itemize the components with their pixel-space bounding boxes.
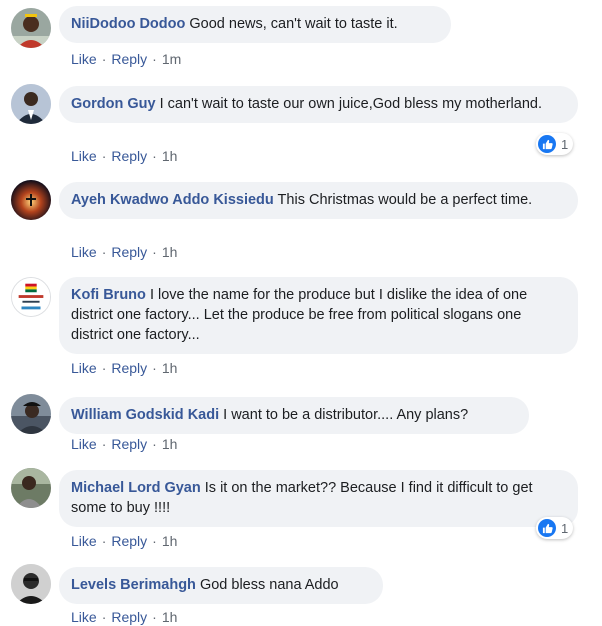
separator: · (101, 148, 107, 164)
like-link[interactable]: Like (71, 148, 97, 164)
comment-time[interactable]: 1m (162, 51, 181, 67)
reply-link[interactable]: Reply (111, 436, 147, 452)
reply-link[interactable]: Reply (111, 533, 147, 549)
comment-text: I want to be a distributor.... Any plans… (223, 407, 469, 423)
comment-bubble: Michael Lord Gyan Is it on the market?? … (59, 470, 578, 527)
comment-actions: Like · Reply · 1h (71, 243, 177, 261)
avatar[interactable] (11, 564, 51, 604)
reply-link[interactable]: Reply (111, 148, 147, 164)
comment-author[interactable]: Ayeh Kwadwo Addo Kissiedu (71, 192, 274, 208)
reaction-count[interactable]: 1 (536, 133, 574, 155)
separator: · (152, 609, 157, 625)
comment-time[interactable]: 1h (162, 436, 178, 452)
separator: · (101, 244, 107, 260)
separator: · (101, 51, 107, 67)
separator: · (152, 360, 157, 376)
comment-author[interactable]: Kofi Bruno (71, 287, 146, 303)
separator: · (152, 148, 157, 164)
comment-time[interactable]: 1h (162, 533, 178, 549)
separator: · (101, 436, 107, 452)
avatar[interactable] (11, 84, 51, 124)
avatar[interactable] (11, 8, 51, 48)
avatar[interactable] (11, 180, 51, 220)
comment-actions: Like · Reply · 1h (71, 532, 177, 550)
comment-time[interactable]: 1h (162, 360, 178, 376)
separator: · (101, 609, 107, 625)
comment-author[interactable]: Michael Lord Gyan (71, 480, 201, 496)
avatar[interactable] (11, 468, 51, 508)
like-link[interactable]: Like (71, 436, 97, 452)
comment-time[interactable]: 1h (162, 148, 178, 164)
comment-bubble: Kofi Bruno I love the name for the produ… (59, 277, 578, 354)
comment-author[interactable]: Gordon Guy (71, 96, 156, 112)
separator: · (101, 533, 107, 549)
reply-link[interactable]: Reply (111, 609, 147, 625)
avatar[interactable] (11, 394, 51, 434)
separator: · (152, 436, 157, 452)
reply-link[interactable]: Reply (111, 360, 147, 376)
reaction-count[interactable]: 1 (536, 517, 574, 539)
comment-author[interactable]: Levels Berimahgh (71, 577, 196, 593)
comment-bubble: NiiDodoo Dodoo Good news, can't wait to … (59, 6, 451, 43)
reply-link[interactable]: Reply (111, 51, 147, 67)
comment-text: God bless nana Addo (199, 577, 339, 593)
comment-text: This Christmas would be a perfect time. (277, 192, 533, 208)
separator: · (152, 51, 157, 67)
comment-actions: Like · Reply · 1h (71, 359, 177, 377)
separator: · (152, 244, 157, 260)
comment-author[interactable]: NiiDodoo Dodoo (71, 16, 185, 32)
comment-time[interactable]: 1h (162, 244, 178, 260)
comment-text: Good news, can't wait to taste it. (189, 16, 398, 32)
comment-text: I can't wait to taste our own juice,God … (159, 96, 542, 112)
comment-bubble: Levels Berimahgh God bless nana Addo (59, 567, 383, 604)
comment-actions: Like · Reply · 1h (71, 608, 177, 626)
thumbs-up-icon (538, 135, 556, 153)
separator: · (101, 360, 107, 376)
separator: · (152, 533, 157, 549)
reply-link[interactable]: Reply (111, 244, 147, 260)
comment-actions: Like · Reply · 1h (71, 147, 177, 165)
comment-time[interactable]: 1h (162, 609, 178, 625)
comment-actions: Like · Reply · 1h (71, 435, 177, 453)
reaction-number: 1 (561, 136, 569, 152)
comment-author[interactable]: William Godskid Kadi (71, 407, 219, 423)
like-link[interactable]: Like (71, 533, 97, 549)
thumbs-up-icon (538, 519, 556, 537)
like-link[interactable]: Like (71, 360, 97, 376)
comment-actions: Like · Reply · 1m (71, 50, 181, 68)
like-link[interactable]: Like (71, 609, 97, 625)
avatar[interactable] (11, 277, 51, 317)
like-link[interactable]: Like (71, 51, 97, 67)
comment-bubble: Gordon Guy I can't wait to taste our own… (59, 86, 578, 123)
comment-bubble: William Godskid Kadi I want to be a dist… (59, 397, 529, 434)
comment-bubble: Ayeh Kwadwo Addo Kissiedu This Christmas… (59, 182, 578, 219)
like-link[interactable]: Like (71, 244, 97, 260)
reaction-number: 1 (561, 520, 569, 536)
